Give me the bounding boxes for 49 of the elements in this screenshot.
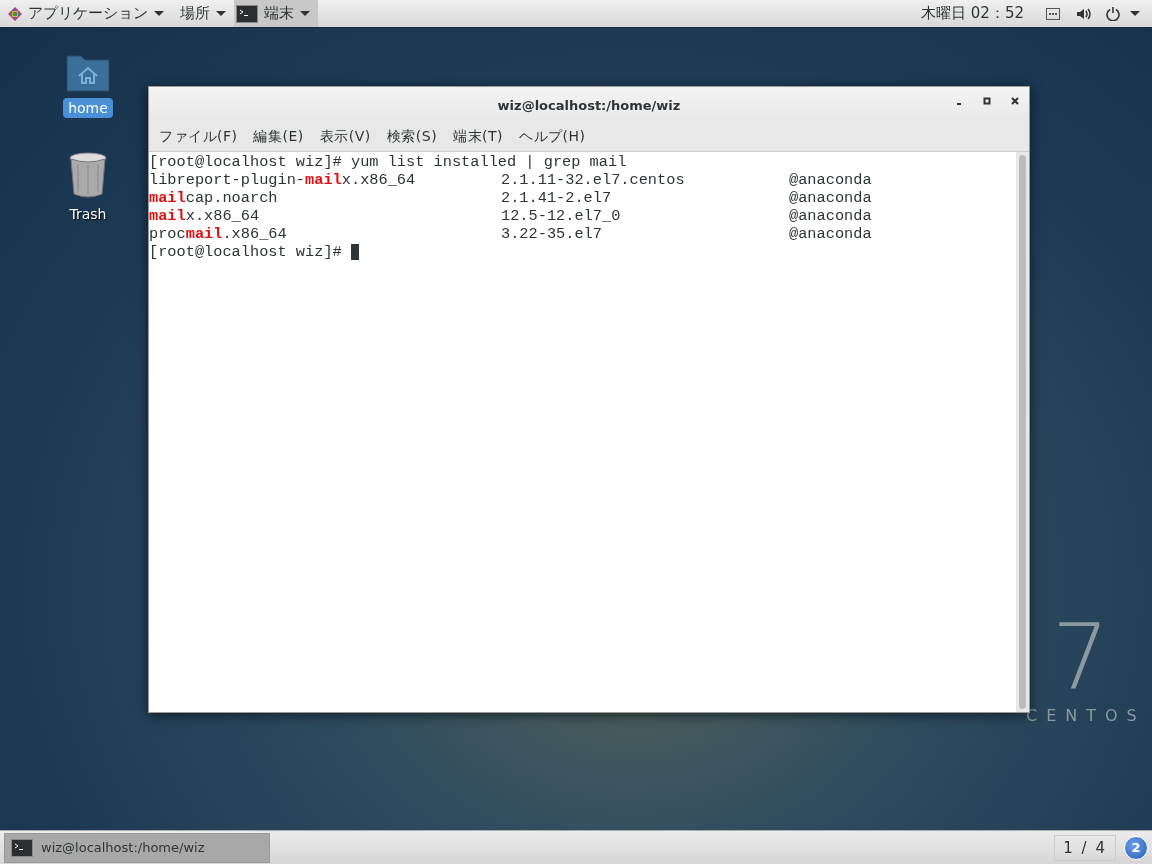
- caret-icon: [300, 11, 310, 16]
- maximize-icon[interactable]: [983, 97, 991, 105]
- menu-label: 場所: [180, 4, 210, 23]
- scrollbar[interactable]: [1016, 152, 1029, 712]
- menu-label: アプリケーション: [28, 4, 148, 23]
- package-repo: @anaconda: [789, 225, 873, 243]
- package-version: 2.1.41-2.el7: [501, 189, 613, 207]
- clock[interactable]: 木曜日 02：52: [921, 4, 1024, 23]
- menu-label: 端末: [264, 4, 294, 23]
- wallpaper-number: 7: [1052, 613, 1110, 703]
- caret-icon: [154, 11, 164, 16]
- trash-icon[interactable]: [68, 152, 108, 198]
- network-icon[interactable]: [1046, 7, 1060, 20]
- menu-item[interactable]: ヘルプ(H): [511, 128, 594, 146]
- volume-icon[interactable]: [1076, 6, 1092, 21]
- desktop-icon-label[interactable]: Trash: [64, 204, 112, 224]
- text-cursor: [350, 244, 359, 260]
- package-name: mailcap.noarch: [149, 189, 279, 207]
- command-line: [root@localhost wiz]# yum list installed | grep mail: [149, 153, 627, 171]
- close-icon[interactable]: [1011, 97, 1019, 105]
- terminal-icon: [236, 4, 258, 23]
- menu-item[interactable]: 表示(V): [311, 128, 379, 146]
- menu-item[interactable]: ファイル(F): [151, 128, 246, 146]
- package-name: libreport-plugin-mailx.x86_64: [149, 171, 417, 189]
- window-title: wiz@localhost:/home/wiz: [497, 97, 681, 113]
- top-menu[interactable]: 場所: [172, 0, 234, 27]
- wallpaper-text: CENTOS: [1026, 706, 1146, 725]
- taskbar-window-button[interactable]: wiz@localhost:/home/wiz: [4, 832, 270, 863]
- package-repo: @anaconda: [789, 189, 873, 207]
- prompt: [root@localhost wiz]#: [149, 243, 342, 261]
- package-repo: @anaconda: [789, 207, 873, 225]
- menu-item[interactable]: 検索(S): [378, 128, 446, 146]
- package-version: 2.1.11-32.el7.centos: [501, 171, 686, 189]
- package-name: mailx.x86_64: [149, 207, 261, 225]
- menu-item[interactable]: 端末(T): [445, 128, 512, 146]
- apps-logo-icon: [8, 6, 22, 21]
- power-icon[interactable]: [1106, 6, 1120, 21]
- terminal-icon: [11, 838, 33, 857]
- top-menu[interactable]: 端末: [234, 0, 318, 27]
- package-version: 12.5-12.el7_0: [501, 207, 622, 225]
- workspace-indicator[interactable]: 1 / 4: [1054, 834, 1116, 861]
- home-folder-icon[interactable]: [66, 52, 110, 92]
- package-repo: @anaconda: [789, 171, 873, 189]
- top-menu[interactable]: アプリケーション: [0, 0, 172, 27]
- package-version: 3.22-35.el7: [501, 225, 603, 243]
- menu-item[interactable]: 編集(E): [245, 128, 312, 146]
- caret-icon: [216, 11, 226, 16]
- caret-icon[interactable]: [1130, 11, 1140, 16]
- package-name: procmail.x86_64: [149, 225, 288, 243]
